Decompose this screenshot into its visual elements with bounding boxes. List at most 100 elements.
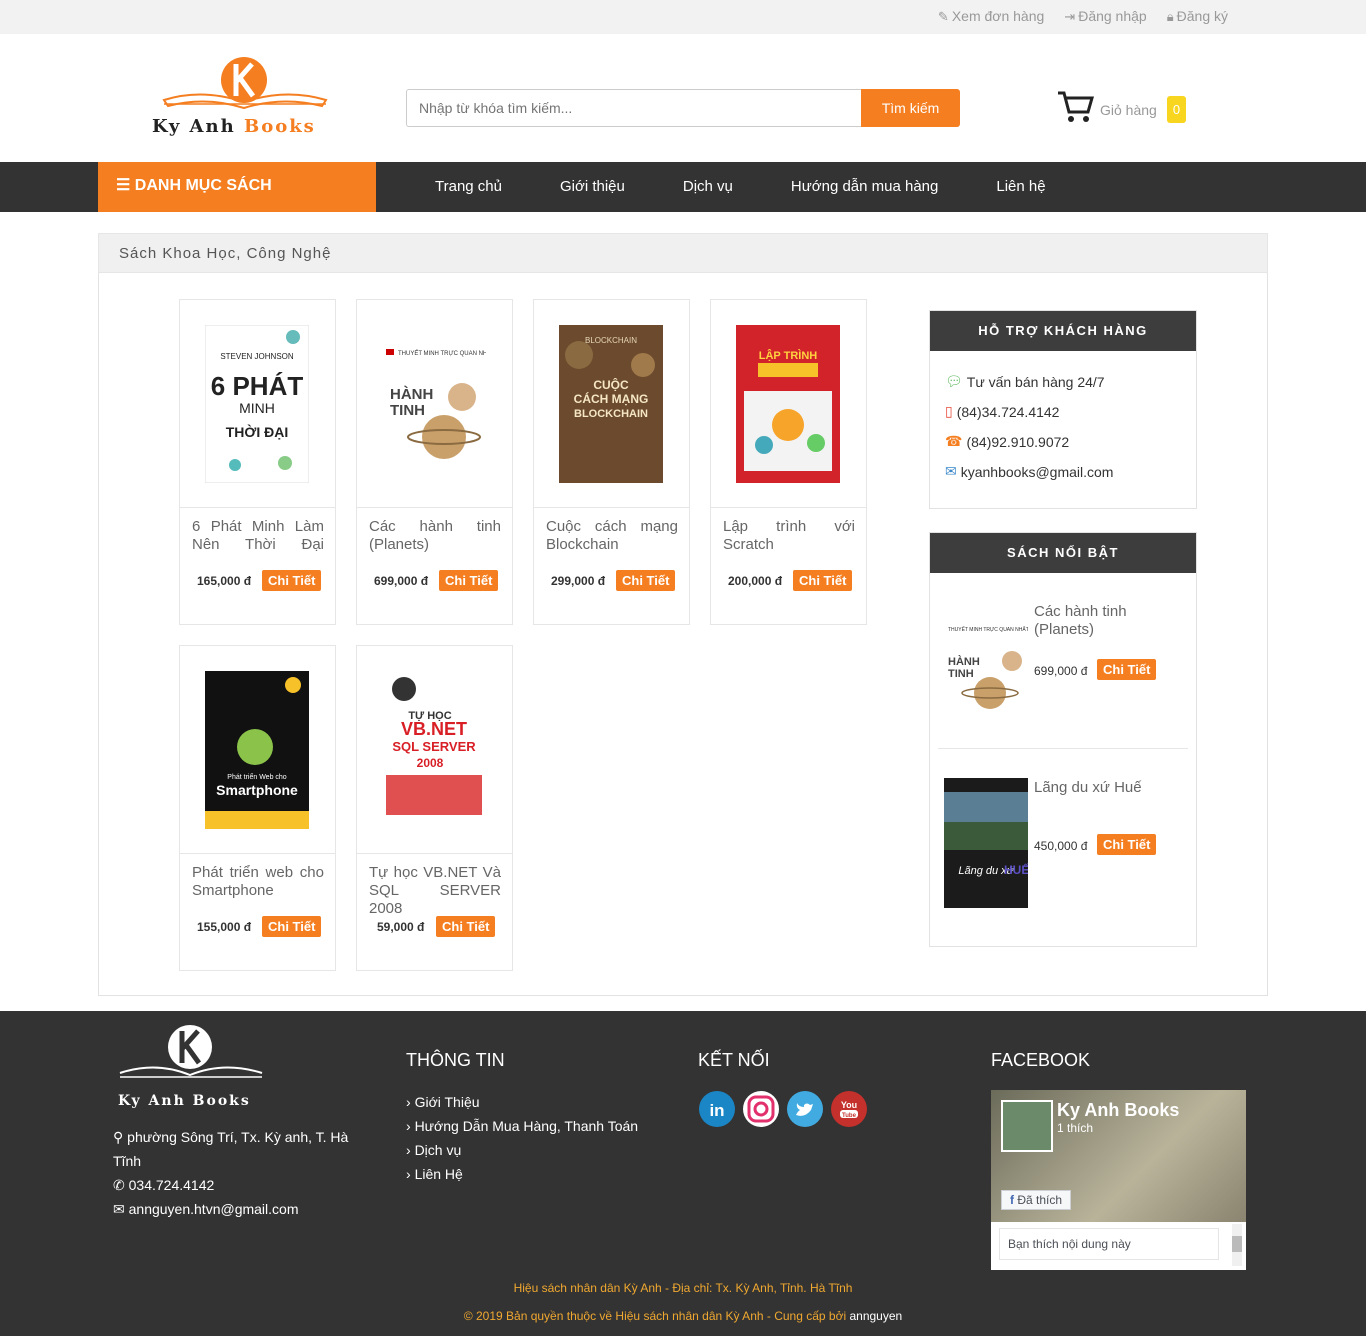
svg-text:BLOCKCHAIN: BLOCKCHAIN <box>574 408 648 420</box>
facebook-comment: Bạn thích nội dung này <box>999 1228 1219 1260</box>
support-heading: HỖ TRỢ KHÁCH HÀNG <box>930 311 1196 351</box>
svg-text:You: You <box>841 1100 857 1110</box>
product-price: 299,000 đ <box>551 574 606 588</box>
youtube-icon[interactable]: You Tube <box>831 1091 867 1127</box>
product-title[interactable]: Cuộc cách mạng Blockchain <box>546 518 678 554</box>
register-link[interactable]: 🔒︎ Đăng ký <box>1167 8 1228 25</box>
instagram-icon[interactable] <box>743 1091 779 1127</box>
support-item-phone[interactable]: ☎ (84)92.910.9072 <box>945 433 1069 450</box>
svg-text:Tube: Tube <box>842 1113 857 1119</box>
book-cover-image: BLOCKCHAIN CUỘC CÁCH MẠNG BLOCKCHAIN <box>559 325 663 483</box>
book-cover-image: LẬP TRÌNH <box>736 325 840 483</box>
featured-title[interactable]: Lãng du xứ Huế <box>1034 779 1174 797</box>
product-title[interactable]: Tự học VB.NET Và SQL SERVER 2008 <box>369 864 501 918</box>
detail-button[interactable]: Chi Tiết <box>1097 659 1157 680</box>
category-menu-button[interactable]: ☰ DANH MỤC SÁCH <box>98 162 376 212</box>
featured-price: 450,000 đ <box>1034 839 1088 853</box>
detail-button[interactable]: Chi Tiết <box>616 570 676 591</box>
map-marker-icon: ⚲ <box>113 1129 128 1145</box>
product-card[interactable]: Phát triển Web cho Smartphone Phát triển… <box>179 645 336 971</box>
book-cover-image: THUYẾT MINH TRỰC QUAN NHẤT HÀNH TINH <box>382 325 486 483</box>
facebook-likes: 1 thích <box>1057 1121 1094 1135</box>
featured-title[interactable]: Các hành tinh (Planets) <box>1034 603 1154 639</box>
svg-text:Smartphone: Smartphone <box>216 782 298 798</box>
detail-button[interactable]: Chi Tiết <box>436 916 496 937</box>
product-image-area: LẬP TRÌNH <box>711 300 866 508</box>
product-card[interactable]: BLOCKCHAIN CUỘC CÁCH MẠNG BLOCKCHAIN Cuộ… <box>533 299 690 625</box>
info-heading: THÔNG TIN <box>406 1050 505 1070</box>
login-link[interactable]: ⇥ Đăng nhập <box>1064 8 1146 25</box>
support-item-mobile[interactable]: ▯ (84)34.724.4142 <box>945 403 1059 420</box>
nav-item-about[interactable]: Giới thiệu <box>531 162 654 212</box>
product-price: 699,000 đ <box>374 574 429 588</box>
product-card[interactable]: TỰ HỌC VB.NET SQL SERVER 2008 Tự học VB.… <box>356 645 513 971</box>
footer-link-services[interactable]: › Dịch vụ <box>406 1142 461 1158</box>
svg-text:CÁCH MẠNG: CÁCH MẠNG <box>574 391 649 406</box>
breadcrumb-label: Sách Khoa Học, Công Nghệ <box>119 245 332 262</box>
logo-text-secondary: Books <box>243 116 316 137</box>
facebook-widget: Ky Anh Books 1 thích f Đã thích Bạn thíc… <box>991 1090 1246 1270</box>
detail-button[interactable]: Chi Tiết <box>262 570 322 591</box>
detail-button[interactable]: Chi Tiết <box>262 916 322 937</box>
linkedin-icon[interactable]: in <box>699 1091 735 1127</box>
envelope-icon: ✉ <box>945 463 957 479</box>
search-input[interactable] <box>406 89 861 127</box>
product-title[interactable]: Lập trình với Scratch <box>723 518 855 554</box>
detail-button[interactable]: Chi Tiết <box>793 570 853 591</box>
phone-icon: ☎ <box>945 433 963 449</box>
nav-item-buying-guide[interactable]: Hướng dẫn mua hàng <box>762 162 967 212</box>
view-orders-link[interactable]: ✎ Xem đơn hàng <box>938 8 1044 25</box>
svg-text:THỜI ĐẠI: THỜI ĐẠI <box>226 423 289 440</box>
menu-icon: ☰ <box>116 177 135 194</box>
svg-text:6 PHÁT: 6 PHÁT <box>211 371 304 401</box>
product-image-area: TỰ HỌC VB.NET SQL SERVER 2008 <box>357 646 512 854</box>
facebook-heading: FACEBOOK <box>991 1050 1091 1070</box>
top-bar: ✎ Xem đơn hàng ⇥ Đăng nhập 🔒︎ Đăng ký <box>0 0 1366 34</box>
footer-logo[interactable]: Ky Anh Books <box>116 1023 266 1109</box>
nav-item-contact[interactable]: Liên hệ <box>967 162 1074 212</box>
footer-link-about[interactable]: › Giới Thiệu <box>406 1094 480 1110</box>
footer-phone[interactable]: ✆ 034.724.4142 <box>113 1173 214 1197</box>
product-title[interactable]: 6 Phát Minh Làm Nên Thời Đại <box>192 518 324 554</box>
support-item-consult: 💬︎ Tư vấn bán hàng 24/7 <box>945 373 1105 390</box>
product-title[interactable]: Các hành tinh (Planets) <box>369 518 501 554</box>
product-price: 59,000 đ <box>377 920 425 934</box>
facebook-liked-button[interactable]: f Đã thích <box>1001 1190 1072 1210</box>
featured-item[interactable]: THUYẾT MINH TRỰC QUAN NHẤT HÀNH TINH Các… <box>938 589 1188 749</box>
facebook-page-name[interactable]: Ky Anh Books <box>1057 1100 1179 1121</box>
facebook-scrollbar[interactable] <box>1232 1224 1242 1266</box>
chevron-right-icon: › <box>406 1166 415 1182</box>
svg-text:HÀNH: HÀNH <box>390 386 433 403</box>
product-card[interactable]: THUYẾT MINH TRỰC QUAN NHẤT HÀNH TINH Các… <box>356 299 513 625</box>
footer-link-guide[interactable]: › Hướng Dẫn Mua Hàng, Thanh Toán <box>406 1118 638 1134</box>
facebook-cover[interactable]: Ky Anh Books 1 thích f Đã thích <box>991 1090 1246 1222</box>
phone-icon: ✆ <box>113 1177 129 1193</box>
svg-text:THUYẾT MINH TRỰC QUAN NHẤT: THUYẾT MINH TRỰC QUAN NHẤT <box>398 350 486 357</box>
twitter-icon[interactable] <box>787 1091 823 1127</box>
nav-item-services[interactable]: Dịch vụ <box>654 162 762 212</box>
nav-item-home[interactable]: Trang chủ <box>406 162 531 212</box>
sign-in-icon: ⇥ <box>1064 9 1076 24</box>
product-title[interactable]: Phát triển web cho Smartphone <box>192 864 324 900</box>
footer-email[interactable]: ✉ annguyen.htvn@gmail.com <box>113 1197 298 1221</box>
svg-text:MINH: MINH <box>239 400 275 416</box>
author-link[interactable]: annguyen <box>849 1309 902 1323</box>
featured-heading: SÁCH NỔI BẬT <box>930 533 1196 573</box>
featured-item[interactable]: Lãng du xứ HUẾ Lãng du xứ Huế 450,000 đ … <box>938 763 1188 913</box>
chat-icon: 💬︎ <box>945 373 963 389</box>
svg-text:2008: 2008 <box>417 756 444 770</box>
product-image-area: BLOCKCHAIN CUỘC CÁCH MẠNG BLOCKCHAIN <box>534 300 689 508</box>
detail-button[interactable]: Chi Tiết <box>1097 834 1157 855</box>
footer: Ky Anh Books ⚲ phường Sông Trí, Tx. Kỳ a… <box>0 1011 1366 1336</box>
product-card[interactable]: STEVEN JOHNSON 6 PHÁT MINH THỜI ĐẠI 6 Ph… <box>179 299 336 625</box>
svg-text:HUẾ: HUẾ <box>1004 862 1028 877</box>
footer-link-contact[interactable]: › Liên Hệ <box>406 1166 463 1182</box>
cart[interactable]: Giỏ hàng 0 <box>1056 90 1187 129</box>
search-button[interactable]: Tìm kiếm <box>861 89 960 127</box>
product-card[interactable]: LẬP TRÌNH Lập trình với Scratch 200,000 … <box>710 299 867 625</box>
logo[interactable]: Ky Anh Books <box>152 56 342 144</box>
support-item-email[interactable]: ✉ kyanhbooks@gmail.com <box>945 463 1113 480</box>
detail-button[interactable]: Chi Tiết <box>439 570 499 591</box>
svg-text:TINH: TINH <box>390 402 425 419</box>
copyright: © 2019 Bản quyền thuộc về Hiệu sách nhân… <box>463 1309 903 1323</box>
